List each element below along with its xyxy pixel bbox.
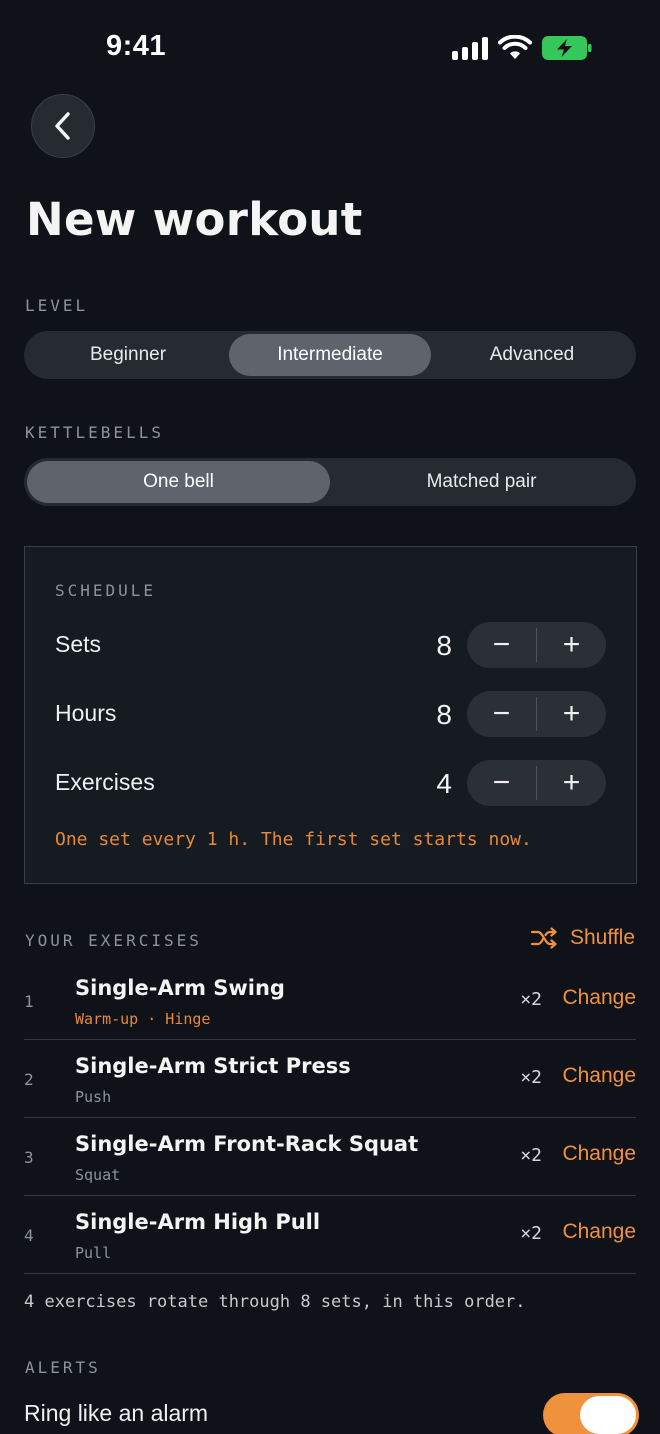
ring-alarm-label: Ring like an alarm [24, 1400, 209, 1426]
battery-charging-icon [542, 36, 592, 60]
exercise-name: Single-Arm Front-Rack Squat [75, 1132, 419, 1156]
exercise-multiplier: ×2 [520, 1067, 542, 1088]
hours-increment-button[interactable]: + [537, 691, 606, 737]
signal-icon [452, 37, 488, 60]
exercise-name: Single-Arm High Pull [75, 1210, 321, 1234]
change-exercise-button[interactable]: Change [562, 1064, 636, 1088]
exercises-stepper: − + [467, 760, 606, 806]
chevron-left-icon [55, 112, 70, 140]
status-time: 9:41 [106, 30, 167, 62]
shuffle-label: Shuffle [570, 926, 635, 949]
change-exercise-button[interactable]: Change [562, 1220, 636, 1244]
kettlebells-option-one-bell[interactable]: One bell [27, 461, 330, 503]
level-segmented-control: Beginner Intermediate Advanced [24, 331, 636, 379]
sets-increment-button[interactable]: + [537, 622, 606, 668]
rotation-note: 4 exercises rotate through 8 sets, in th… [24, 1292, 526, 1312]
new-workout-screen: 9:41 New workout LEVEL Beginner Intermed… [0, 0, 660, 1434]
exercise-name: Single-Arm Swing [75, 976, 285, 1000]
shuffle-icon [530, 927, 557, 949]
exercise-index: 3 [24, 1148, 34, 1167]
wifi-icon [498, 35, 532, 59]
exercise-tags: Warm-up · Hinge [75, 1010, 211, 1028]
change-exercise-button[interactable]: Change [562, 986, 636, 1010]
back-button[interactable] [31, 94, 95, 158]
exercise-name: Single-Arm Strict Press [75, 1054, 351, 1078]
kettlebells-segmented-control: One bell Matched pair [24, 458, 636, 506]
exercises-decrement-button[interactable]: − [467, 760, 536, 806]
exercise-row: 4 Single-Arm High Pull Pull ×2 Change [24, 1196, 636, 1274]
page-title: New workout [26, 193, 363, 246]
level-option-intermediate[interactable]: Intermediate [229, 334, 431, 376]
shuffle-button[interactable]: Shuffle [530, 926, 635, 950]
level-label: LEVEL [25, 296, 89, 315]
exercises-increment-button[interactable]: + [537, 760, 606, 806]
exercise-index: 4 [24, 1226, 34, 1245]
exercise-row: 2 Single-Arm Strict Press Push ×2 Change [24, 1040, 636, 1118]
sets-stepper: − + [467, 622, 606, 668]
kettlebells-label: KETTLEBELLS [25, 423, 164, 442]
sets-decrement-button[interactable]: − [467, 622, 536, 668]
exercise-tags: Push [75, 1088, 112, 1106]
hours-decrement-button[interactable]: − [467, 691, 536, 737]
hours-value: 8 [436, 699, 452, 730]
schedule-card: SCHEDULE Sets 8 − + Hours 8 − + Exercise… [24, 546, 637, 884]
exercise-row: 1 Single-Arm Swing Warm-up · Hinge ×2 Ch… [24, 962, 636, 1040]
change-exercise-button[interactable]: Change [562, 1142, 636, 1166]
toggle-knob [580, 1396, 636, 1434]
status-bar: 9:41 [0, 0, 660, 96]
exercise-index: 2 [24, 1070, 34, 1089]
level-option-beginner[interactable]: Beginner [27, 334, 229, 376]
schedule-label: SCHEDULE [55, 581, 157, 600]
exercises-count-label: Exercises [55, 769, 155, 795]
alerts-label: ALERTS [25, 1358, 101, 1377]
exercise-multiplier: ×2 [520, 1223, 542, 1244]
sets-label: Sets [55, 631, 102, 657]
ring-alarm-toggle[interactable] [543, 1393, 639, 1434]
exercise-row: 3 Single-Arm Front-Rack Squat Squat ×2 C… [24, 1118, 636, 1196]
your-exercises-label: YOUR EXERCISES [25, 931, 202, 950]
exercise-tags: Squat [75, 1166, 121, 1184]
hours-label: Hours [55, 700, 117, 726]
exercise-index: 1 [24, 992, 34, 1011]
sets-value: 8 [436, 630, 452, 661]
hours-stepper: − + [467, 691, 606, 737]
schedule-note: One set every 1 h. The first set starts … [55, 829, 532, 850]
kettlebells-option-matched-pair[interactable]: Matched pair [330, 461, 633, 503]
exercise-tags: Pull [75, 1244, 112, 1262]
exercises-count-value: 4 [436, 768, 452, 799]
level-option-advanced[interactable]: Advanced [431, 334, 633, 376]
exercise-multiplier: ×2 [520, 1145, 542, 1166]
exercise-multiplier: ×2 [520, 989, 542, 1010]
